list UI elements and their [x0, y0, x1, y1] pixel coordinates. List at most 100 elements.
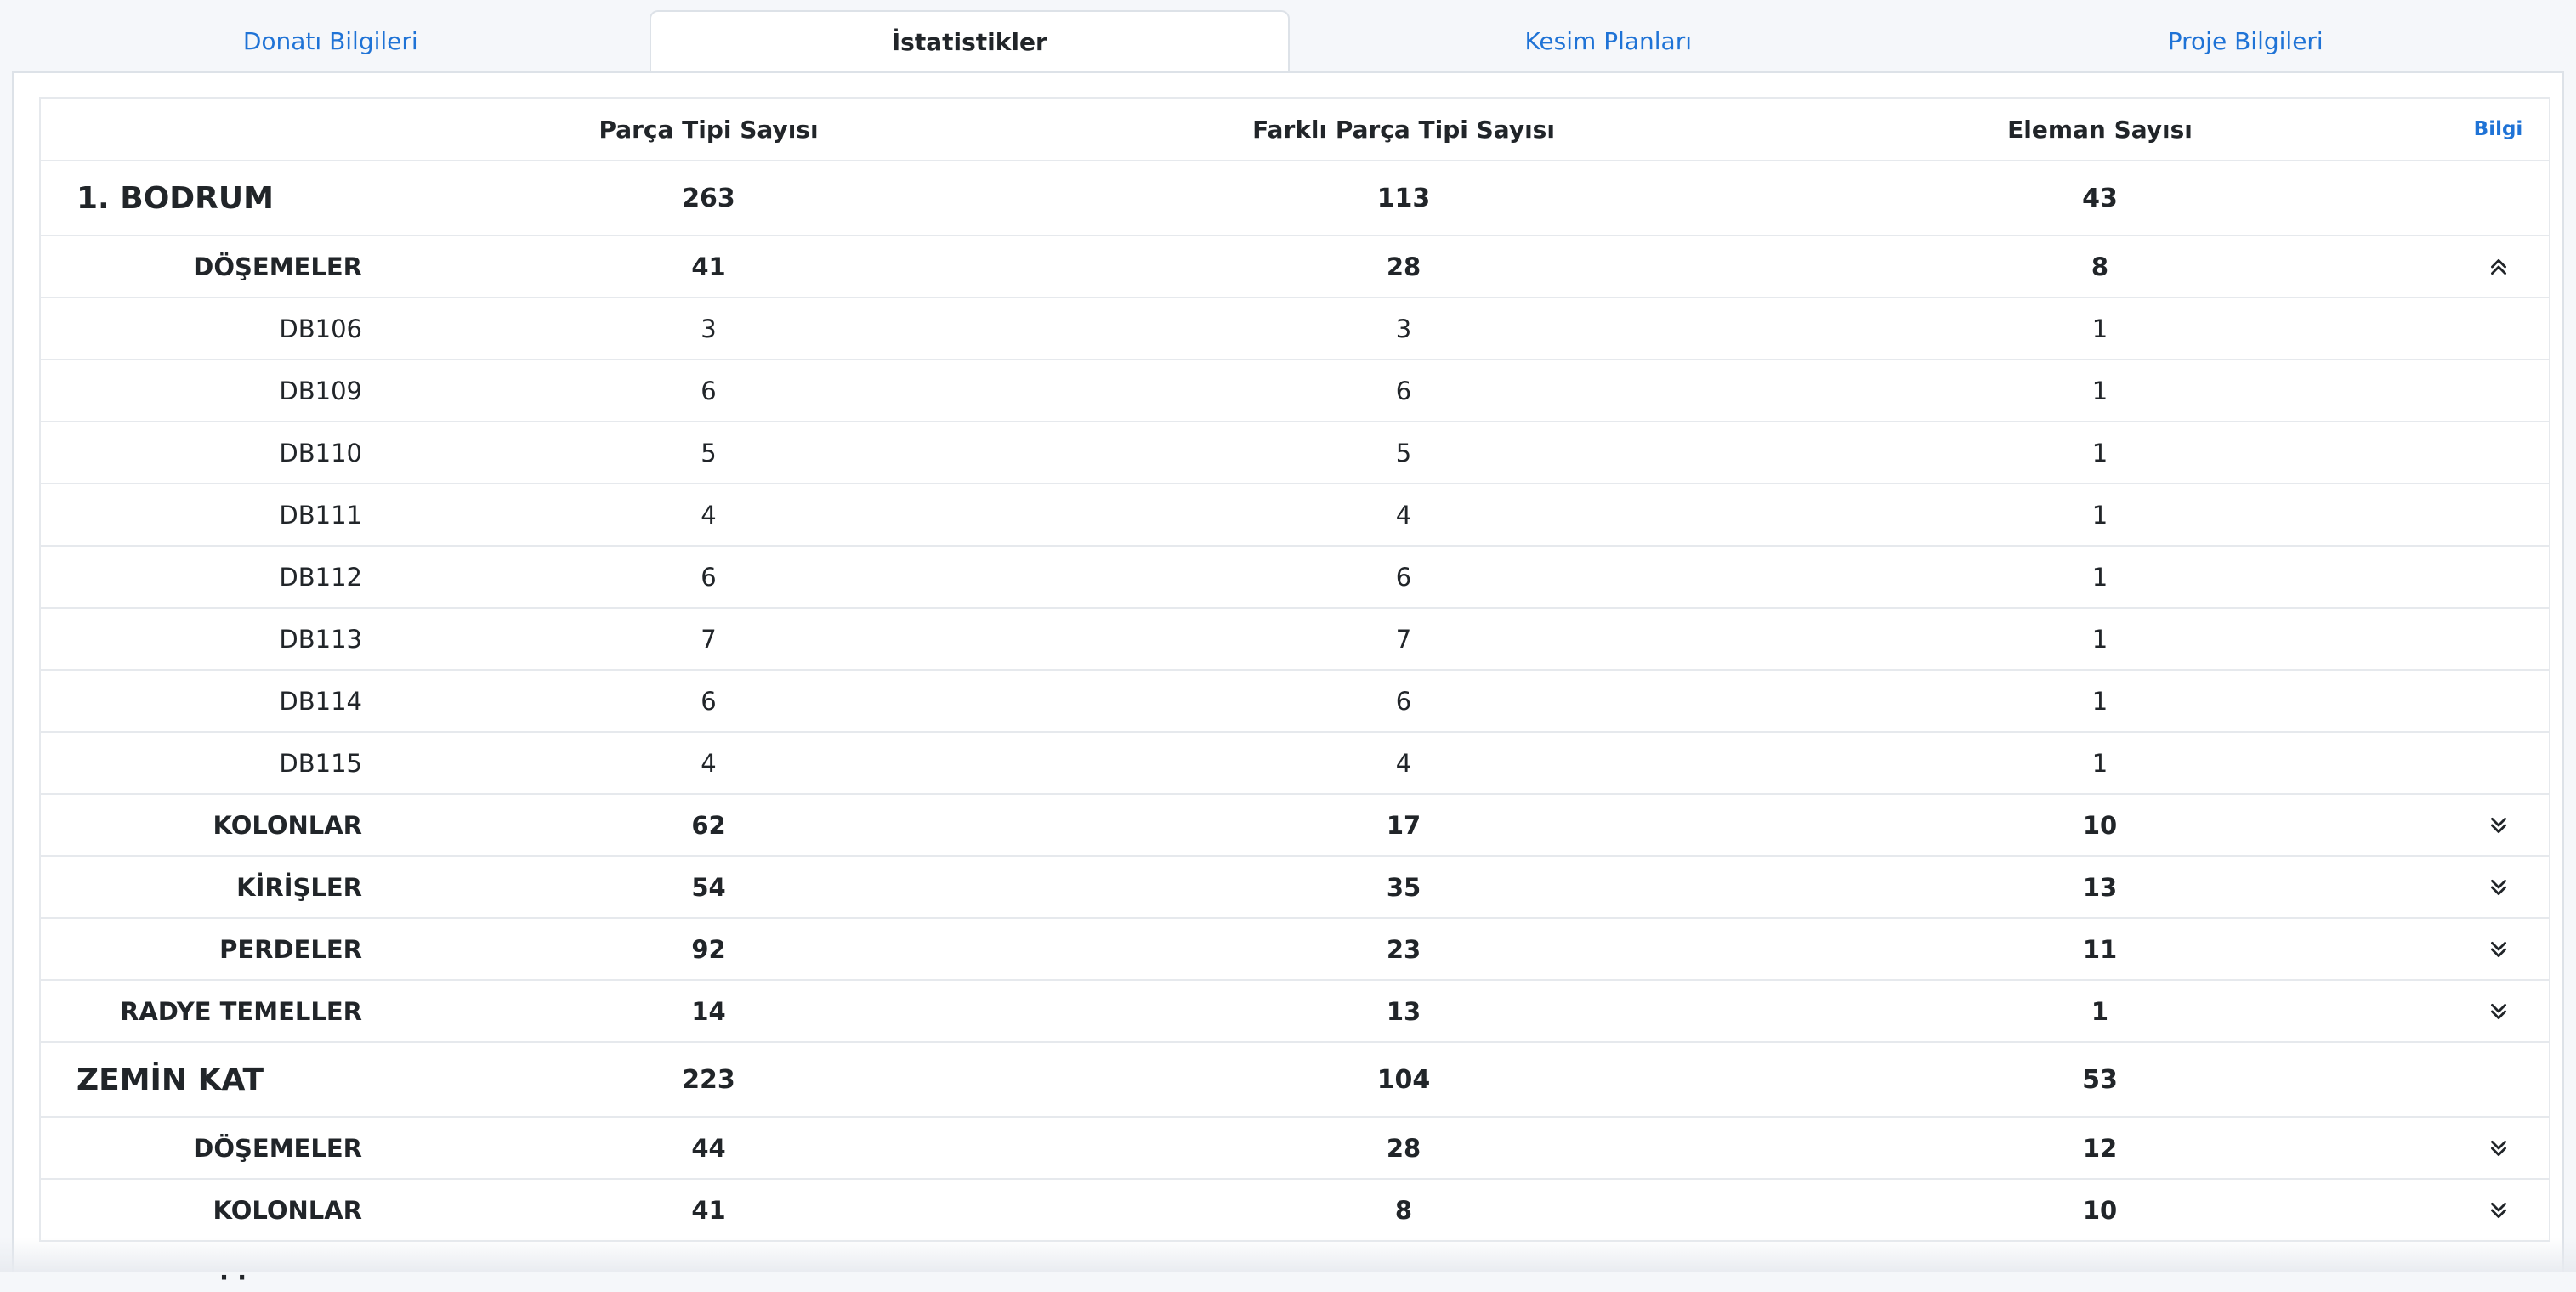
tab-istatistikler[interactable]: İstatistikler [650, 10, 1291, 71]
row-name-cell: KİRİŞLER [41, 873, 362, 902]
row-eleman-cell: 53 [1752, 1065, 2448, 1095]
row-parca-cell: 5 [362, 439, 1055, 468]
row-parca-cell: 4 [362, 749, 1055, 778]
row-name-cell: DB112 [41, 563, 362, 592]
row-name-cell: KOLONLAR [41, 1196, 362, 1225]
row-parca-cell: 7 [362, 625, 1055, 654]
row-farkli-cell: 104 [1055, 1065, 1752, 1095]
row-eleman-cell: 12 [1752, 1134, 2448, 1163]
row-toggle-cell [2448, 256, 2549, 278]
row-eleman-cell: 1 [1752, 625, 2448, 654]
row-farkli-cell: 3 [1055, 314, 1752, 343]
row-eleman-cell: 43 [1752, 184, 2448, 213]
row-name-cell: DÖŞEMELER [41, 252, 362, 281]
table-category-row[interactable]: PERDELER922311 [41, 919, 2549, 981]
chevron-double-down-icon[interactable] [2488, 1000, 2510, 1023]
tab-proje-bilgileri[interactable]: Proje Bilgileri [1927, 10, 2565, 71]
row-farkli-cell: 23 [1055, 935, 1752, 964]
row-eleman-cell: 1 [1752, 997, 2448, 1026]
row-farkli-cell: 5 [1055, 439, 1752, 468]
row-eleman-cell: 11 [1752, 935, 2448, 964]
row-parca-cell: 14 [362, 997, 1055, 1026]
chevron-double-up-icon[interactable] [2488, 256, 2510, 278]
row-farkli-cell: 35 [1055, 873, 1752, 902]
table-row: DB111441 [41, 484, 2549, 547]
row-name-cell: RADYE TEMELLER [41, 997, 362, 1026]
table-group-row: ZEMİN KAT22310453 [41, 1043, 2549, 1118]
row-farkli-cell: 28 [1055, 1134, 1752, 1163]
row-parca-cell: 41 [362, 252, 1055, 281]
row-eleman-cell: 1 [1752, 687, 2448, 716]
table-category-row[interactable]: KOLONLAR621710 [41, 795, 2549, 857]
row-parca-cell: 6 [362, 687, 1055, 716]
table-row: DB112661 [41, 547, 2549, 609]
row-parca-cell: 54 [362, 873, 1055, 902]
row-parca-cell: 263 [362, 184, 1055, 213]
row-farkli-cell: 6 [1055, 563, 1752, 592]
row-toggle-cell [2448, 1199, 2549, 1221]
bilgi-link[interactable]: Bilgi [2474, 118, 2523, 140]
row-farkli-cell: 17 [1055, 811, 1752, 840]
statistics-panel: Parça Tipi Sayısı Farklı Parça Tipi Sayı… [12, 71, 2564, 1272]
header-info-cell: Bilgi [2448, 118, 2549, 140]
row-eleman-cell: 1 [1752, 501, 2448, 530]
table-header: Parça Tipi Sayısı Farklı Parça Tipi Sayı… [41, 99, 2549, 162]
row-farkli-cell: 4 [1055, 501, 1752, 530]
row-eleman-cell: 1 [1752, 377, 2448, 405]
row-eleman-cell: 10 [1752, 811, 2448, 840]
row-farkli-cell: 6 [1055, 377, 1752, 405]
row-parca-cell: 92 [362, 935, 1055, 964]
table-category-row[interactable]: DÖŞEMELER442812 [41, 1118, 2549, 1180]
row-toggle-cell [2448, 1137, 2549, 1159]
chevron-double-down-icon[interactable] [2488, 1199, 2510, 1221]
row-parca-cell: 6 [362, 377, 1055, 405]
tab-bar: Donatı Bilgileri İstatistikler Kesim Pla… [12, 10, 2564, 71]
row-parca-cell: 223 [362, 1065, 1055, 1095]
row-parca-cell: 6 [362, 563, 1055, 592]
row-farkli-cell: 4 [1055, 749, 1752, 778]
table-group-row: 1. BODRUM26311343 [41, 162, 2549, 236]
row-eleman-cell: 8 [1752, 252, 2448, 281]
table-category-row[interactable]: DÖŞEMELER41288 [41, 236, 2549, 298]
row-name-cell: DB115 [41, 749, 362, 778]
row-name-cell: ZEMİN KAT [41, 1062, 362, 1097]
header-parca-tipi-sayisi: Parça Tipi Sayısı [362, 116, 1055, 144]
row-toggle-cell [2448, 876, 2549, 898]
chevron-double-down-icon[interactable] [2488, 1137, 2510, 1159]
row-parca-cell: 44 [362, 1134, 1055, 1163]
row-eleman-cell: 1 [1752, 749, 2448, 778]
row-parca-cell: 62 [362, 811, 1055, 840]
table-body: 1. BODRUM26311343DÖŞEMELER41288DB106331D… [41, 162, 2549, 1242]
cutoff-row-fragment: · · [219, 1263, 247, 1292]
row-farkli-cell: 8 [1055, 1196, 1752, 1225]
row-name-cell: DB106 [41, 314, 362, 343]
table-row: DB109661 [41, 360, 2549, 422]
chevron-double-down-icon[interactable] [2488, 876, 2510, 898]
tab-donati-bilgileri[interactable]: Donatı Bilgileri [12, 10, 650, 71]
row-parca-cell: 41 [362, 1196, 1055, 1225]
table-row: DB114661 [41, 671, 2549, 733]
table-category-row[interactable]: KİRİŞLER543513 [41, 857, 2549, 919]
row-parca-cell: 3 [362, 314, 1055, 343]
row-toggle-cell [2448, 1000, 2549, 1023]
row-eleman-cell: 1 [1752, 314, 2448, 343]
table-row: DB113771 [41, 609, 2549, 671]
row-farkli-cell: 28 [1055, 252, 1752, 281]
row-farkli-cell: 13 [1055, 997, 1752, 1026]
table-category-row[interactable]: KOLONLAR41810 [41, 1180, 2549, 1242]
row-farkli-cell: 113 [1055, 184, 1752, 213]
row-name-cell: DÖŞEMELER [41, 1134, 362, 1163]
chevron-double-down-icon[interactable] [2488, 814, 2510, 836]
row-eleman-cell: 1 [1752, 563, 2448, 592]
row-toggle-cell [2448, 814, 2549, 836]
row-parca-cell: 4 [362, 501, 1055, 530]
table-row: DB106331 [41, 298, 2549, 360]
row-name-cell: DB110 [41, 439, 362, 468]
table-row: DB110551 [41, 422, 2549, 484]
table-category-row[interactable]: RADYE TEMELLER14131 [41, 981, 2549, 1043]
row-eleman-cell: 13 [1752, 873, 2448, 902]
row-name-cell: DB114 [41, 687, 362, 716]
chevron-double-down-icon[interactable] [2488, 938, 2510, 960]
row-farkli-cell: 6 [1055, 687, 1752, 716]
tab-kesim-planlari[interactable]: Kesim Planları [1290, 10, 1927, 71]
